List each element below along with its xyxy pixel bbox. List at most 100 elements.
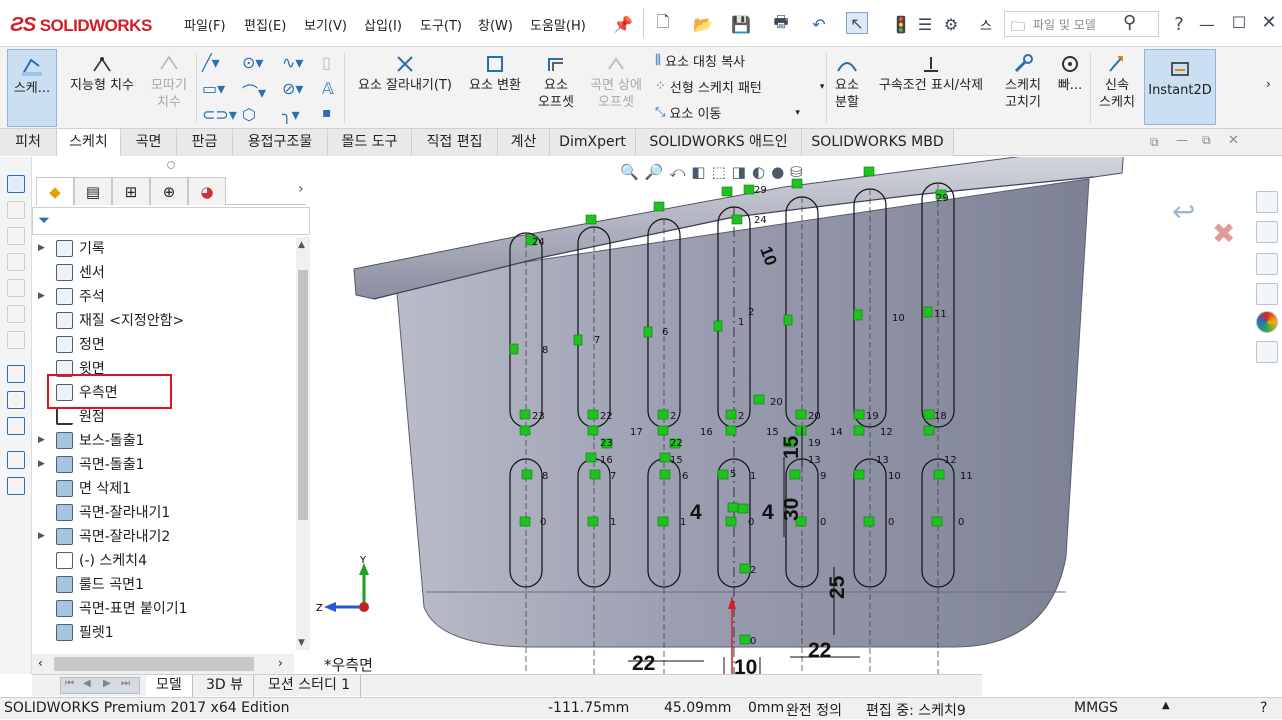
restore-doc-icon[interactable]: ⧉ — [1202, 133, 1211, 148]
tree-item-boss-extrude1[interactable]: ▶ 보스-돌출1 — [38, 429, 144, 451]
new-document-icon[interactable]: 🗋 — [652, 12, 674, 35]
mirror-entities-button[interactable]: ⫼ 요소 대칭 복사 — [655, 51, 745, 70]
close-icon[interactable]: ✕ — [1258, 11, 1280, 33]
tree-filter-input[interactable]: ⏷ — [32, 207, 310, 235]
tree-item-annotations[interactable]: ▶ 주석 — [38, 285, 105, 307]
polygon-tool-icon[interactable]: ⬡ — [242, 105, 256, 124]
menu-view[interactable]: 보기(V) — [304, 15, 347, 34]
pin-icon[interactable]: 📌 — [612, 13, 634, 35]
dimension-4-left[interactable]: 4 — [690, 501, 702, 524]
scroll-down-icon[interactable]: ▼ — [298, 638, 305, 648]
circle-tool-icon[interactable]: ⊙▾ — [242, 53, 263, 72]
instant2d-button[interactable]: Instant2D — [1144, 49, 1216, 125]
tab-evaluate[interactable]: 계산 — [498, 129, 550, 156]
repair-sketch-button[interactable]: 스케치 고치기 — [998, 53, 1048, 111]
scroll-up-icon[interactable]: ▲ — [298, 240, 305, 250]
tree-item-front-plane[interactable]: 정면 — [56, 333, 105, 355]
tree-item-sensors[interactable]: 센서 — [56, 261, 105, 283]
menu-file[interactable]: 파일(F) — [184, 15, 226, 34]
tab-sheet-metal[interactable]: 판금 — [177, 129, 233, 156]
exit-sketch-icon[interactable]: ↩ — [1172, 195, 1195, 228]
search-input[interactable]: 🗀 파일 및 모델 ⚲ — [1004, 11, 1159, 37]
scroll-left-icon[interactable]: ‹ — [38, 656, 43, 670]
previous-view-icon[interactable]: ⤺ — [669, 163, 685, 181]
tab-features[interactable]: 피처 — [0, 129, 57, 156]
dimension-25[interactable]: 25 — [826, 575, 849, 599]
zoom-to-fit-icon[interactable]: 🔍 — [620, 163, 639, 181]
help-question-icon[interactable]: ? — [1260, 700, 1267, 716]
tab-direct-editing[interactable]: 직접 편집 — [412, 129, 498, 156]
rectangle-tool-icon[interactable]: ▭▾ — [202, 79, 225, 98]
slot-tool-icon[interactable]: ⊂⊃▾ — [202, 105, 237, 124]
tree-horizontal-scrollbar[interactable]: ‹ › — [32, 654, 294, 674]
minimize-icon[interactable]: — — [1196, 13, 1218, 35]
feature-tree-tab-icon[interactable]: ◆ — [36, 177, 74, 205]
tree-item-history[interactable]: ▶ 기록 — [38, 237, 105, 259]
zoom-area-icon[interactable]: 🔎 — [645, 163, 664, 181]
dimension-10-bottom[interactable]: 10 — [734, 656, 757, 674]
sketch-entity-icon[interactable] — [7, 365, 25, 383]
rapid-sketch-button[interactable]: 신속 스케치 — [1094, 53, 1140, 111]
options-gear-icon[interactable]: ⚙ — [940, 13, 962, 35]
tab-weldments[interactable]: 용접구조물 — [233, 129, 328, 156]
open-icon[interactable]: 📂 — [692, 13, 714, 35]
extrude-icon[interactable] — [7, 175, 25, 193]
dimension-4-right[interactable]: 4 — [762, 501, 774, 524]
linear-pattern-button[interactable]: ⁘ 선형 스케치 패턴 ▾ — [655, 77, 824, 96]
tree-item-surface-trim1[interactable]: 곡면-잘라내기1 — [56, 501, 170, 523]
appearances-icon[interactable] — [1256, 311, 1278, 333]
help-question-icon[interactable]: ? — [1168, 13, 1190, 35]
tree-item-fillet1[interactable]: 필렛1 — [56, 621, 114, 643]
rebuild-icon[interactable]: 🚦 — [890, 13, 912, 35]
tree-item-delete-face1[interactable]: 면 삭제1 — [56, 477, 131, 499]
pane-handle[interactable] — [167, 161, 175, 169]
tree-item-sketch4[interactable]: (-) 스케치4 — [56, 549, 147, 571]
close-doc-icon[interactable]: ✕ — [1228, 133, 1239, 148]
property-manager-tab-icon[interactable]: ▤ — [74, 177, 112, 205]
file-explorer-icon[interactable] — [1256, 253, 1278, 275]
move-entities-button[interactable]: ⤡ 요소 이동 ▾ — [655, 103, 800, 122]
tree-item-material[interactable]: 재질 <지정안함> — [56, 309, 184, 331]
chevron-up-icon[interactable]: ▲ — [1162, 700, 1170, 711]
offset-entities-button[interactable]: 요소 오프셋 — [532, 53, 580, 111]
section-view-icon[interactable]: ◧ — [691, 163, 705, 181]
next-tab-icon[interactable]: ▶ — [103, 678, 111, 689]
view-orientation-icon[interactable]: ⬚ — [712, 163, 726, 181]
unit-system[interactable]: MMGS — [1074, 700, 1118, 716]
undo-icon[interactable]: ↶ — [808, 13, 830, 35]
smart-dimension-button[interactable]: 지능형 치수 — [62, 53, 142, 94]
tree-item-surface-extrude1[interactable]: ▶ 곡면-돌출1 — [38, 453, 144, 475]
hide-show-icon[interactable]: ◐ — [752, 163, 765, 181]
scroll-right-icon[interactable]: › — [278, 656, 283, 670]
chevron-right-icon[interactable]: › — [298, 181, 304, 197]
design-library-icon[interactable] — [1256, 221, 1278, 243]
tab-surfaces[interactable]: 곡면 — [121, 129, 177, 156]
copy-icon[interactable] — [7, 451, 25, 469]
last-tab-icon[interactable]: ⏭ — [121, 678, 130, 689]
tree-item-ruled-surface1[interactable]: 룰드 곡면1 — [56, 573, 144, 595]
offset-on-surface-button[interactable]: 곡면 상에 오프셋 — [584, 53, 648, 111]
dimension-15[interactable]: 15 — [780, 435, 803, 459]
print-icon[interactable]: 🖶 — [770, 12, 792, 35]
repair-icon[interactable] — [7, 391, 25, 409]
split-entities-button[interactable]: 요소 분할 — [830, 53, 864, 111]
chevron-right-icon[interactable]: › — [1266, 77, 1271, 91]
dimension-22-left[interactable]: 22 — [632, 652, 655, 674]
sketch-button[interactable]: 스케... — [7, 49, 57, 127]
tree-item-surface-trim2[interactable]: ▶ 곡면-잘라내기2 — [38, 525, 170, 547]
menu-window[interactable]: 창(W) — [478, 15, 513, 34]
quick-snaps-button[interactable]: 빠... — [1052, 53, 1088, 94]
edit-appearance-icon[interactable]: ● — [771, 163, 784, 181]
appearance-tab-icon[interactable]: ◕ — [188, 177, 226, 205]
dimension-30[interactable]: 30 — [780, 498, 803, 521]
toolbar-overflow[interactable]: 스 — [980, 15, 992, 34]
minimize-doc-icon[interactable]: — — [1176, 133, 1188, 147]
convert-entities-button[interactable]: 요소 변환 — [462, 53, 528, 94]
menu-help[interactable]: 도움말(H) — [530, 15, 586, 34]
display-icon[interactable] — [7, 417, 25, 435]
scene-icon[interactable]: ⛁ — [790, 163, 803, 181]
text-tool-icon[interactable]: 𝔸 — [322, 79, 334, 98]
fillet-tool-icon[interactable]: ╮▾ — [282, 105, 300, 124]
ellipse-tool-icon[interactable]: ⊘▾ — [282, 79, 303, 98]
point-tool-icon[interactable]: ▪ — [322, 105, 332, 121]
